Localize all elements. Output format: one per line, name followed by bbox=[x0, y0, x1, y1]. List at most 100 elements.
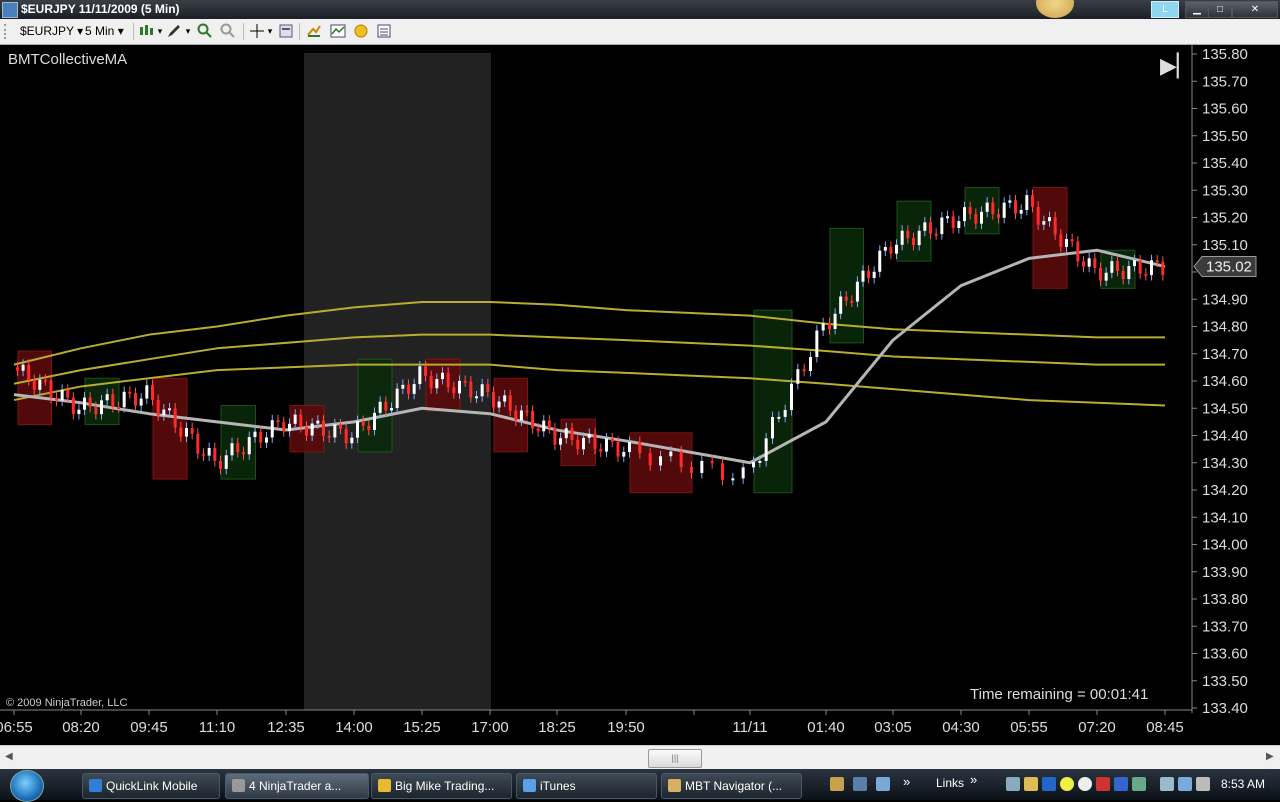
close-button[interactable]: ✕ bbox=[1232, 1, 1278, 18]
links-toolbar[interactable]: Links bbox=[936, 776, 964, 790]
indicators-icon[interactable] bbox=[330, 23, 346, 39]
down-candle bbox=[889, 246, 893, 254]
tray-app-icon[interactable] bbox=[1006, 777, 1020, 791]
time-tick-label: 04:30 bbox=[942, 719, 980, 736]
taskbar-item-itunes[interactable]: iTunes bbox=[516, 773, 657, 799]
price-tick-label: 135.30 bbox=[1202, 182, 1248, 199]
down-candle bbox=[710, 460, 714, 464]
time-tick-label: 05:55 bbox=[1010, 719, 1048, 736]
down-candle bbox=[282, 422, 286, 432]
price-tick-label: 135.70 bbox=[1202, 73, 1248, 90]
taskbar-item-big-mike[interactable]: Big Mike Trading... bbox=[371, 773, 512, 799]
up-candle bbox=[168, 408, 171, 411]
up-candle bbox=[923, 222, 927, 231]
up-candle bbox=[441, 372, 444, 380]
scroll-left-arrow[interactable]: ◀ bbox=[5, 751, 13, 762]
down-candle bbox=[361, 421, 365, 426]
instrument-selector[interactable]: $EURJPY ▾ bbox=[20, 24, 83, 38]
up-candle bbox=[963, 207, 966, 222]
toolbar-separator bbox=[299, 23, 300, 40]
up-candle bbox=[833, 313, 837, 329]
data-box-icon[interactable] bbox=[376, 23, 392, 39]
up-candle bbox=[458, 380, 461, 394]
up-candle bbox=[796, 369, 800, 384]
up-candle bbox=[957, 221, 961, 229]
window-titlebar: $EURJPY 11/11/2009 (5 Min) L ▁ □ ✕ bbox=[0, 0, 1280, 19]
up-candle bbox=[783, 410, 787, 417]
chevron-down-icon[interactable]: ▾ bbox=[180, 23, 196, 39]
up-candle bbox=[985, 202, 989, 212]
link-button[interactable]: L bbox=[1151, 1, 1179, 18]
horizontal-scrollbar[interactable]: ◀ ||| ▶ bbox=[0, 745, 1280, 770]
yellow-ma-line bbox=[13, 300, 1165, 366]
start-button[interactable] bbox=[10, 770, 44, 802]
price-tick-label: 133.40 bbox=[1202, 700, 1248, 717]
desktop-icon[interactable] bbox=[853, 777, 867, 791]
zoom-out-icon[interactable] bbox=[220, 23, 236, 39]
bluetooth-icon[interactable] bbox=[1114, 777, 1128, 791]
scroll-right-arrow[interactable]: ▶ bbox=[1266, 751, 1274, 762]
up-candle bbox=[700, 460, 704, 473]
chart-canvas[interactable]: 135.80 135.70 135.60 135.50 135.40 135.30 135.… bbox=[0, 45, 1280, 745]
down-candle bbox=[322, 420, 325, 436]
quicklaunch-icon[interactable] bbox=[830, 777, 844, 791]
up-candle bbox=[1008, 200, 1012, 203]
down-candle bbox=[576, 439, 580, 450]
coin-icon[interactable] bbox=[353, 23, 369, 39]
toolbar-grip[interactable] bbox=[4, 24, 9, 39]
quicklaunch-overflow[interactable]: » bbox=[903, 774, 910, 789]
price-tick-label: 134.90 bbox=[1202, 291, 1248, 308]
up-candle bbox=[412, 384, 416, 394]
window-switch-icon[interactable] bbox=[876, 777, 890, 791]
down-candle bbox=[721, 463, 724, 480]
chevron-down-icon[interactable]: ▾ bbox=[262, 23, 278, 39]
time-tick-label: 09:45 bbox=[130, 719, 168, 736]
price-chart[interactable]: 135.80 135.70 135.60 135.50 135.40 135.30 135.… bbox=[0, 45, 1280, 745]
down-candle bbox=[906, 230, 910, 239]
up-candle bbox=[475, 396, 478, 399]
up-candle bbox=[659, 456, 662, 466]
ie-icon[interactable] bbox=[1042, 777, 1056, 791]
time-tick-label: 18:25 bbox=[538, 719, 576, 736]
taskbar-item-ninjatrader[interactable]: 4 NinjaTrader a... bbox=[225, 773, 369, 799]
tray-app-icon[interactable] bbox=[1060, 777, 1074, 791]
scrollbar-thumb[interactable]: ||| bbox=[648, 749, 702, 768]
taskbar-item-quicklink[interactable]: QuickLink Mobile bbox=[82, 773, 220, 799]
interval-selector[interactable]: 5 Min ▾ bbox=[85, 24, 124, 38]
minimize-button[interactable]: ▁ bbox=[1185, 1, 1209, 18]
down-candle bbox=[173, 408, 177, 428]
down-candle bbox=[1031, 195, 1034, 207]
tray-app-icon[interactable] bbox=[1024, 777, 1038, 791]
taskbar-item-mbt-navigator[interactable]: MBT Navigator (... bbox=[661, 773, 802, 799]
up-candle bbox=[758, 460, 762, 463]
down-candle bbox=[32, 380, 36, 390]
zoom-in-icon[interactable] bbox=[197, 23, 213, 39]
up-candle bbox=[497, 401, 501, 408]
up-candle bbox=[270, 420, 274, 438]
strategy-icon[interactable] bbox=[306, 23, 322, 39]
time-tick-label: 11:10 bbox=[199, 719, 235, 736]
down-candle bbox=[850, 300, 854, 303]
time-tick-label: 08:20 bbox=[62, 719, 100, 736]
network-icon[interactable] bbox=[1178, 777, 1192, 791]
up-candle bbox=[207, 448, 211, 456]
scroll-to-end-icon[interactable]: ▶▏ bbox=[1160, 53, 1194, 79]
instrument-label: $EURJPY bbox=[20, 24, 74, 38]
ninjatrader-app-icon bbox=[2, 2, 18, 18]
down-candle bbox=[156, 399, 160, 416]
up-candle bbox=[940, 217, 944, 235]
tray-app-icon[interactable] bbox=[1078, 777, 1092, 791]
volume-icon[interactable] bbox=[1196, 777, 1210, 791]
down-candle bbox=[151, 385, 154, 400]
price-tick-label: 135.80 bbox=[1202, 46, 1248, 63]
tray-app-icon[interactable] bbox=[1132, 777, 1146, 791]
tray-app-icon[interactable] bbox=[1160, 777, 1174, 791]
price-tick-label: 134.40 bbox=[1202, 428, 1248, 445]
properties-icon[interactable] bbox=[278, 23, 294, 39]
tray-app-icon[interactable] bbox=[1096, 777, 1110, 791]
links-overflow[interactable]: » bbox=[970, 772, 977, 787]
up-candle bbox=[790, 383, 793, 411]
maximize-button[interactable]: □ bbox=[1208, 1, 1232, 18]
up-candle bbox=[883, 246, 887, 251]
ninjatrader-icon bbox=[232, 779, 245, 792]
